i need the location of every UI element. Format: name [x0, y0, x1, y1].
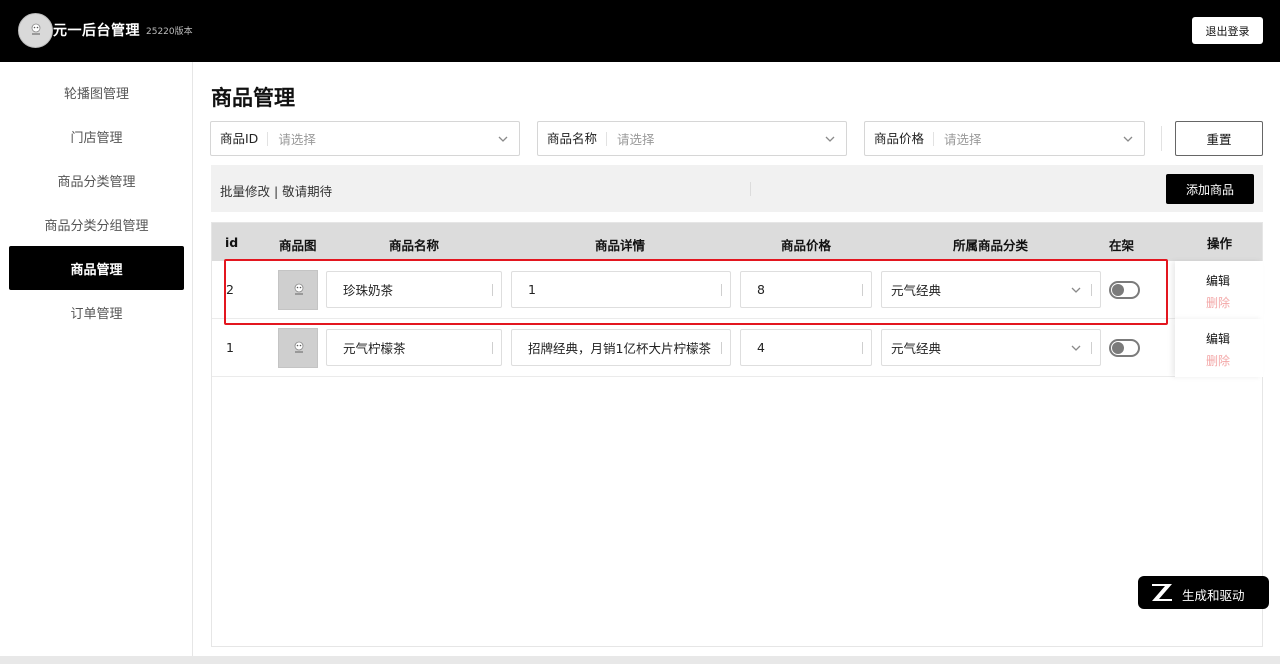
row-actions: 编辑 删除	[1175, 319, 1263, 377]
batch-toolbar: 批量修改 | 敬请期待 添加商品	[211, 165, 1263, 212]
filter-label: 商品价格	[865, 131, 935, 146]
product-image-icon	[294, 283, 304, 295]
filter-placeholder[interactable]: 请选择	[268, 129, 497, 148]
sidebar: 轮播图管理 门店管理 商品分类管理 商品分类分组管理 商品管理 订单管理	[0, 62, 193, 658]
input-divider	[721, 284, 722, 296]
table-row: 1 元气柠檬茶 招牌经典，月销1亿杯大片柠檬茶 4 元气经典 编辑 删除	[212, 319, 1263, 377]
product-price-value: 8	[757, 282, 765, 297]
row-actions: 编辑 删除	[1175, 261, 1263, 319]
product-price-input[interactable]: 4	[740, 329, 872, 366]
generate-drive-badge[interactable]: 生成和驱动	[1138, 576, 1269, 609]
category-select[interactable]: 元气经典	[881, 271, 1101, 308]
product-image[interactable]	[278, 328, 318, 368]
column-header-price: 商品价格	[781, 238, 832, 253]
cell-id: 2	[226, 282, 234, 297]
delete-button[interactable]: 删除	[1206, 352, 1230, 369]
badge-label: 生成和驱动	[1182, 588, 1245, 603]
filter-placeholder[interactable]: 请选择	[607, 129, 824, 148]
on-shelf-toggle[interactable]	[1109, 339, 1140, 357]
edit-button[interactable]: 编辑	[1206, 330, 1230, 347]
product-image[interactable]	[278, 270, 318, 310]
edit-button[interactable]: 编辑	[1206, 272, 1230, 289]
filter-product-id[interactable]: 商品ID 请选择	[210, 121, 520, 156]
column-header-detail: 商品详情	[595, 238, 646, 253]
filter-product-name[interactable]: 商品名称 请选择	[537, 121, 847, 156]
top-bar: 元一后台管理 25220版本 退出登录	[0, 0, 1280, 62]
product-detail-input[interactable]: 1	[511, 271, 731, 308]
toggle-knob	[1112, 284, 1124, 296]
chevron-down-icon	[1123, 136, 1133, 142]
chevron-down-icon	[825, 136, 835, 142]
category-value: 元气经典	[891, 341, 942, 356]
product-detail-value: 1	[528, 282, 536, 297]
toggle-knob	[1112, 342, 1124, 354]
product-price-input[interactable]: 8	[740, 271, 872, 308]
cell-id: 1	[226, 340, 234, 355]
chevron-down-icon	[498, 136, 508, 142]
sidebar-item-orders[interactable]: 订单管理	[9, 290, 184, 334]
column-header-actions: 操作	[1207, 236, 1233, 251]
sidebar-item-products[interactable]: 商品管理	[9, 246, 184, 290]
app-title: 元一后台管理	[53, 23, 140, 39]
category-value: 元气经典	[891, 283, 942, 298]
column-header-image: 商品图	[279, 238, 317, 253]
batch-edit-text: 批量修改 | 敬请期待	[220, 184, 333, 199]
logout-button[interactable]: 退出登录	[1192, 17, 1263, 44]
column-header-name: 商品名称	[389, 238, 440, 253]
product-detail-value: 招牌经典，月销1亿杯大片柠檬茶	[528, 341, 711, 356]
filter-placeholder[interactable]: 请选择	[934, 129, 1122, 148]
product-name-value: 元气柠檬茶	[343, 341, 406, 356]
add-product-button[interactable]: 添加商品	[1166, 174, 1254, 204]
chevron-down-icon	[1071, 345, 1081, 351]
input-divider	[492, 342, 493, 354]
sidebar-item-stores[interactable]: 门店管理	[9, 114, 184, 158]
sidebar-item-categories[interactable]: 商品分类管理	[9, 158, 184, 202]
column-header-on-shelf: 在架	[1109, 238, 1135, 253]
input-divider	[721, 342, 722, 354]
product-table: id 商品图 商品名称 商品详情 商品价格 所属商品分类 在架 操作 2 珍珠奶…	[211, 222, 1263, 647]
reset-button[interactable]: 重置	[1175, 121, 1263, 156]
filter-label: 商品ID	[211, 131, 269, 146]
table-row: 2 珍珠奶茶 1 8 元气经典 编辑 删除	[212, 261, 1263, 319]
filter-label: 商品名称	[538, 131, 608, 146]
product-detail-input[interactable]: 招牌经典，月销1亿杯大片柠檬茶	[511, 329, 731, 366]
sidebar-item-category-groups[interactable]: 商品分类分组管理	[9, 202, 184, 246]
product-image-icon	[294, 341, 304, 353]
divider	[1161, 126, 1162, 151]
input-divider	[492, 284, 493, 296]
logo-icon	[31, 23, 41, 35]
brand-z-icon	[1152, 584, 1172, 601]
input-divider	[862, 342, 863, 354]
app-version: 25220版本	[146, 27, 193, 37]
category-select[interactable]: 元气经典	[881, 329, 1101, 366]
divider	[750, 182, 751, 196]
input-divider	[862, 284, 863, 296]
column-header-category: 所属商品分类	[953, 238, 1029, 253]
bottom-scroll-strip	[0, 656, 1280, 664]
input-divider	[1091, 342, 1092, 354]
filter-product-price[interactable]: 商品价格 请选择	[864, 121, 1145, 156]
product-name-input[interactable]: 珍珠奶茶	[326, 271, 502, 308]
logo	[18, 13, 53, 48]
page-title: 商品管理	[211, 86, 295, 110]
table-header: id 商品图 商品名称 商品详情 商品价格 所属商品分类 在架 操作	[212, 223, 1262, 261]
input-divider	[1091, 284, 1092, 296]
chevron-down-icon	[1071, 287, 1081, 293]
product-price-value: 4	[757, 340, 765, 355]
product-name-value: 珍珠奶茶	[343, 283, 394, 298]
column-header-id: id	[225, 235, 239, 250]
on-shelf-toggle[interactable]	[1109, 281, 1140, 299]
sidebar-item-banner[interactable]: 轮播图管理	[9, 70, 184, 114]
product-name-input[interactable]: 元气柠檬茶	[326, 329, 502, 366]
delete-button[interactable]: 删除	[1206, 294, 1230, 311]
